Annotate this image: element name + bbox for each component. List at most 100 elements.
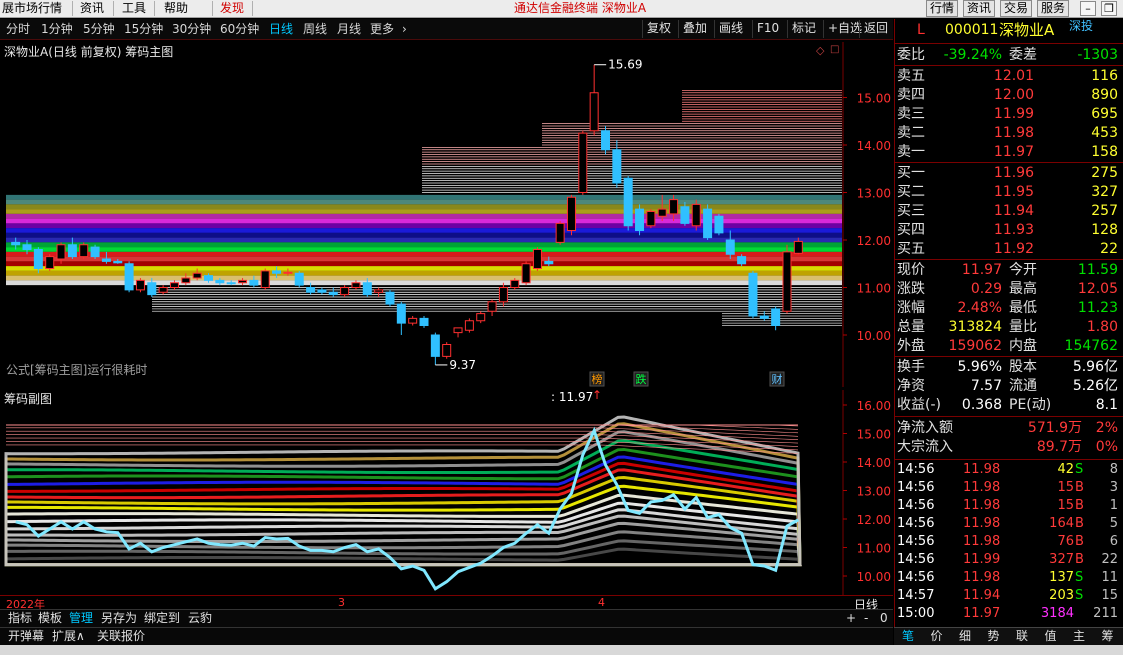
- stat-row: 涨跌 0.29 最高 12.05: [897, 281, 1118, 297]
- quote-tab[interactable]: 主: [1065, 629, 1093, 644]
- period-daily[interactable]: 日线: [269, 22, 293, 36]
- menu-help[interactable]: 帮助: [164, 1, 188, 16]
- news-mode-button[interactable]: 资讯: [963, 0, 996, 17]
- candle-body: [340, 287, 350, 296]
- danmaku-button[interactable]: 开弹幕: [8, 629, 44, 644]
- ask-volume: 116: [1091, 68, 1118, 84]
- period-5min[interactable]: 5分钟: [83, 22, 115, 36]
- expand-button[interactable]: 扩展∧: [52, 629, 85, 644]
- related-quote-button[interactable]: 关联报价: [97, 629, 145, 644]
- menu-discover[interactable]: 发现: [220, 1, 244, 16]
- tick-row: 14:56 11.98 164 B 5: [897, 516, 1118, 531]
- candle-body: [680, 206, 690, 224]
- period-monthly[interactable]: 月线: [337, 22, 361, 36]
- quote-tab[interactable]: 筹: [1094, 629, 1122, 644]
- zoom-reset-button[interactable]: 0: [880, 611, 888, 626]
- candle-body: [294, 272, 304, 286]
- chip-band: [6, 194, 842, 200]
- period-weekly[interactable]: 周线: [303, 22, 327, 36]
- zoom-out-button[interactable]: -: [864, 611, 868, 626]
- period-more[interactable]: 更多: [370, 22, 394, 36]
- candle-body: [226, 282, 236, 285]
- sub-y-tick-label: 13.00: [857, 485, 891, 499]
- quote-tab[interactable]: 联: [1008, 629, 1036, 644]
- menu-market[interactable]: 展市场行情: [2, 1, 62, 16]
- stat-row: 外盘 159062 内盘 154762: [897, 338, 1118, 354]
- ask-label: 卖五: [897, 68, 925, 84]
- tab-manage[interactable]: 管理: [69, 611, 93, 626]
- mark-button[interactable]: 标记: [787, 20, 820, 38]
- candle-body: [782, 251, 792, 312]
- chevron-right-icon[interactable]: ›: [402, 22, 407, 36]
- trade-mode-button[interactable]: 交易: [1000, 0, 1033, 17]
- y-tick-label: 15.00: [857, 92, 891, 106]
- ask-row[interactable]: 卖二 11.98 453: [895, 124, 1123, 142]
- tick-row: 14:56 11.98 15 B 1: [897, 498, 1118, 513]
- sub-chart[interactable]: 16.00 15.00 14.00 13.00 12.00 11.00 10.00 筹码副图…: [0, 388, 893, 595]
- ask-row[interactable]: 卖五 12.01 116: [895, 67, 1123, 85]
- menu-tools[interactable]: 工具: [122, 1, 146, 16]
- quote-tab[interactable]: 笔: [894, 629, 922, 644]
- sub-chart-svg[interactable]: 16.00 15.00 14.00 13.00 12.00 11.00 10.00: [0, 390, 893, 595]
- ask-row[interactable]: 卖四 12.00 890: [895, 86, 1123, 104]
- period-15min[interactable]: 15分钟: [124, 22, 163, 36]
- tab-indicator[interactable]: 指标: [8, 611, 32, 626]
- quote-mode-button[interactable]: 行情: [926, 0, 959, 17]
- bid-row[interactable]: 买一 11.96 275: [895, 164, 1123, 182]
- trading-window: 展市场行情 资讯 工具 帮助 发现 通达信金融终端 深物业A 行情 资讯 交易 …: [0, 0, 1123, 655]
- ask-row[interactable]: 卖三 11.99 695: [895, 105, 1123, 123]
- bid-row[interactable]: 买四 11.93 128: [895, 221, 1123, 239]
- bid-row[interactable]: 买三 11.94 257: [895, 202, 1123, 220]
- period-60min[interactable]: 60分钟: [220, 22, 259, 36]
- quote-tabs: 笔价细势联值主筹: [894, 627, 1123, 645]
- flow-row: 大宗流入 89.7万 0%: [897, 439, 1118, 455]
- quote-tab[interactable]: 值: [1037, 629, 1065, 644]
- ask-row[interactable]: 卖一 11.97 158: [895, 143, 1123, 161]
- candle-body: [510, 279, 520, 288]
- service-mode-button[interactable]: 服务: [1037, 0, 1070, 17]
- adjust-button[interactable]: 复权: [642, 20, 675, 38]
- bid-row[interactable]: 买二 11.95 327: [895, 183, 1123, 201]
- candle-body: [669, 199, 679, 215]
- status-bar: [0, 645, 1123, 655]
- overlay-button[interactable]: 叠加: [678, 20, 711, 38]
- candle-body: [748, 272, 758, 317]
- tab-save-as[interactable]: 另存为: [101, 611, 137, 626]
- tab-template[interactable]: 模板: [38, 611, 62, 626]
- tab-bind-to[interactable]: 绑定到: [144, 611, 180, 626]
- period-timeshare[interactable]: 分时: [6, 22, 30, 36]
- quote-tab[interactable]: 价: [923, 629, 951, 644]
- ask-price: 12.01: [993, 68, 1034, 84]
- candle-body: [532, 249, 542, 269]
- diamond-icon[interactable]: ◇: [816, 44, 824, 57]
- quote-tab[interactable]: 势: [980, 629, 1008, 644]
- candle-body: [430, 334, 440, 357]
- ask-label: 卖二: [897, 125, 925, 141]
- bid-label: 买二: [897, 184, 925, 200]
- f10-button[interactable]: F10: [752, 20, 783, 38]
- draw-button[interactable]: 画线: [714, 20, 747, 38]
- main-chart-svg[interactable]: 15.00 14.00 13.00 12.00 11.00 10.00 15.69 9.37 榜…: [0, 42, 893, 387]
- chip-band: [6, 209, 842, 214]
- main-chart[interactable]: 15.00 14.00 13.00 12.00 11.00 10.00 15.69 9.37 榜…: [0, 42, 893, 387]
- quote-tab[interactable]: 细: [951, 629, 979, 644]
- candle-body: [317, 289, 327, 293]
- period-1min[interactable]: 1分钟: [41, 22, 73, 36]
- y-tick-label: 14.00: [857, 139, 891, 153]
- candle-body: [11, 241, 21, 246]
- back-button[interactable]: 返回: [859, 20, 892, 38]
- restore-icon[interactable]: ❐: [1101, 1, 1117, 16]
- sub-chart-title: 筹码副图: [4, 392, 53, 406]
- tab-cloud[interactable]: 云豹: [188, 611, 212, 626]
- candle-body: [646, 211, 656, 227]
- menu-news[interactable]: 资讯: [80, 1, 104, 16]
- ask-price: 12.00: [993, 87, 1034, 103]
- quote-panel: L 000011 深物业A 深投 委比 -39.24% 委差 -1303 卖五 1…: [894, 19, 1123, 645]
- square-icon[interactable]: □: [830, 44, 839, 55]
- zoom-in-button[interactable]: +: [846, 611, 856, 626]
- candle-body: [601, 130, 610, 151]
- period-30min[interactable]: 30分钟: [172, 22, 211, 36]
- ask-volume: 158: [1091, 144, 1118, 160]
- bid-row[interactable]: 买五 11.92 22: [895, 240, 1123, 258]
- minimize-icon[interactable]: –: [1080, 1, 1096, 16]
